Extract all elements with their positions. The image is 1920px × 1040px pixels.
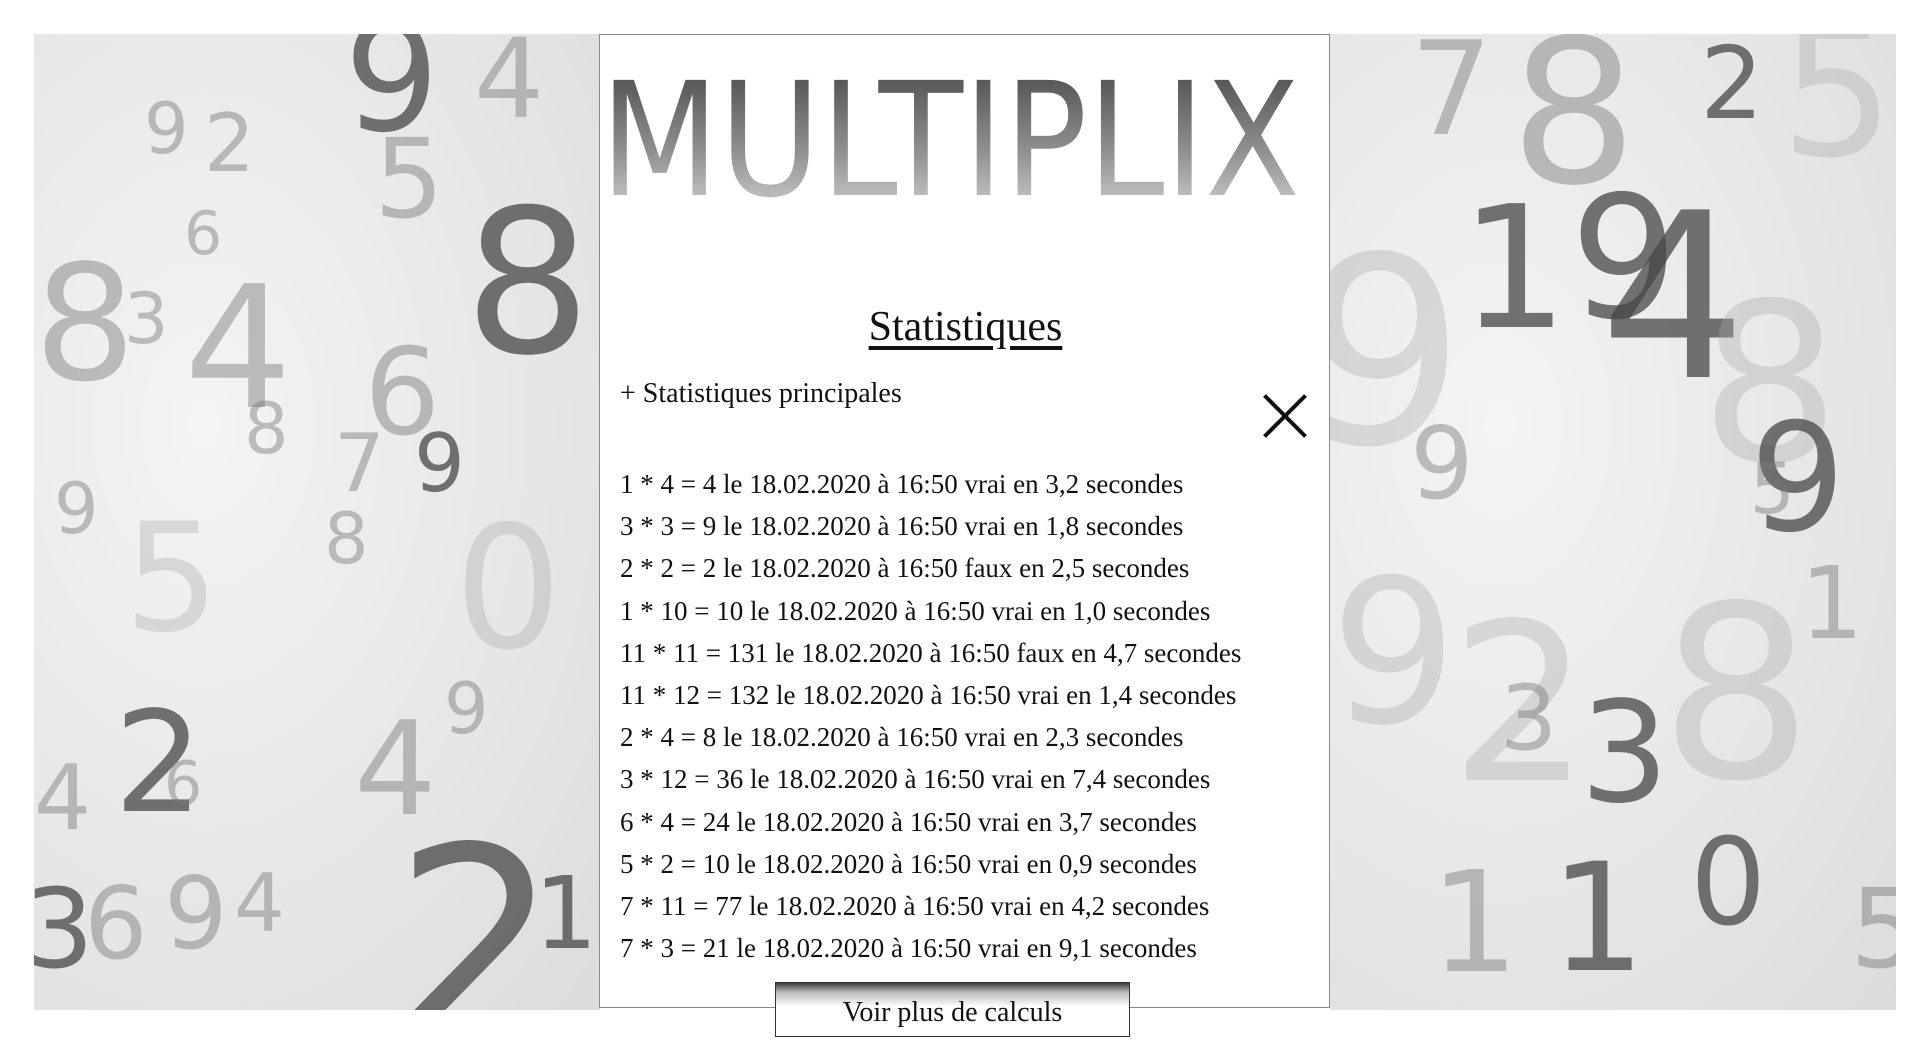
calculation-row: 1 * 4 = 4 le 18.02.2020 à 16:50 vrai en … <box>620 469 1184 499</box>
multiplix-logo: MULTIPLIX <box>600 35 1331 225</box>
calculation-row: 11 * 11 = 131 le 18.02.2020 à 16:50 faux… <box>620 637 1242 668</box>
calculation-row: 11 * 12 = 132 le 18.02.2020 à 16:50 vrai… <box>620 679 1237 710</box>
calculation-row: 3 * 3 = 9 le 18.02.2020 à 16:50 vrai en … <box>620 511 1184 542</box>
calculation-row: 3 * 12 = 36 le 18.02.2020 à 16:50 vrai e… <box>620 764 1211 795</box>
main-stats-toggle[interactable]: + Statistiques principales <box>620 378 902 410</box>
calculation-row: 1 * 10 = 10 le 18.02.2020 à 16:50 vrai e… <box>620 595 1211 626</box>
calculation-row: 7 * 11 = 77 le 18.02.2020 à 16:50 vrai e… <box>620 890 1210 921</box>
background-left: 9 2 9 4 5 6 8 8 3 4 6 8 7 9 9 8 5 0 9 2 … <box>34 34 600 1010</box>
calculation-row: 7 * 3 = 21 le 18.02.2020 à 16:50 vrai en… <box>620 933 1197 964</box>
calculation-row: 2 * 4 = 8 le 18.02.2020 à 16:50 vrai en … <box>620 722 1184 753</box>
calculation-list: 1 * 4 = 4 le 18.02.2020 à 16:50 vrai en … <box>620 463 1241 969</box>
logo-text: MULTIPLIX <box>600 49 1300 225</box>
statistics-panel: MULTIPLIX Statistiques + Statistiques pr… <box>599 34 1331 1037</box>
background-right: 7 8 2 5 1 9 4 9 8 9 9 5 1 2 9 8 3 3 0 1 … <box>1330 34 1896 1010</box>
calculation-row: 2 * 2 = 2 le 18.02.2020 à 16:50 faux en … <box>620 553 1190 584</box>
close-icon[interactable] <box>1260 391 1310 441</box>
more-calculations-button[interactable]: Voir plus de calculs <box>775 982 1130 1037</box>
calculation-row: 5 * 2 = 10 le 18.02.2020 à 16:50 vrai en… <box>620 848 1197 879</box>
calculation-row: 6 * 4 = 24 le 18.02.2020 à 16:50 vrai en… <box>620 806 1197 837</box>
page-title: Statistiques <box>868 304 1063 350</box>
